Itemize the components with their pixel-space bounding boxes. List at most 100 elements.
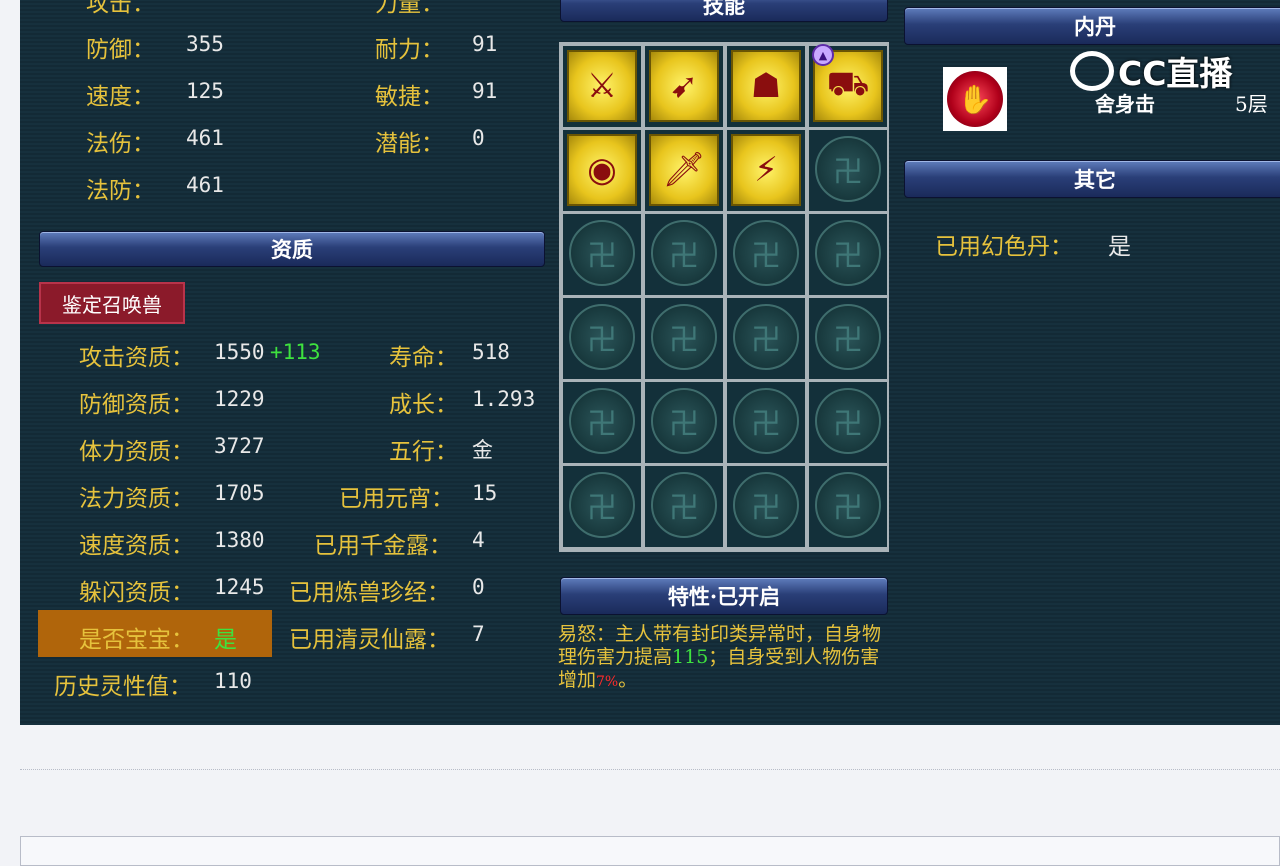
skill-slot[interactable]: 卍 [563, 298, 641, 379]
qingling-label: 已用清灵仙露： [289, 627, 450, 653]
skill-slot[interactable]: 卍 [809, 382, 887, 463]
aptitude-label: 已用千金露： [314, 533, 452, 559]
aptitude-bonus: +113 [270, 340, 321, 364]
clipped-label: 力量： [375, 0, 444, 17]
empty-slot-icon: 卍 [815, 388, 881, 454]
aptitude-value: 1380 [214, 528, 265, 552]
aptitude-label: 五行： [389, 439, 458, 465]
aptitude-label: 防御资质： [79, 392, 194, 418]
trait-number: 115 [672, 646, 709, 668]
stat-value: 461 [186, 173, 224, 197]
empty-slot-icon: 卍 [569, 304, 635, 370]
silhouette-icon: ☗ [731, 50, 801, 122]
empty-slot-icon: 卍 [815, 304, 881, 370]
divider [20, 769, 1280, 770]
identify-pet-button[interactable]: 鉴定召唤兽 [39, 282, 185, 324]
eye-icon: ◉ [567, 134, 637, 206]
empty-slot-icon: 卍 [733, 388, 799, 454]
empty-slot-icon: 卍 [651, 304, 717, 370]
empty-slot-icon: 卍 [815, 220, 881, 286]
beast-charge-icon: ⚡ [731, 134, 801, 206]
empty-slot-icon: 卍 [569, 388, 635, 454]
upgrade-badge-icon: ▲ [812, 44, 834, 66]
skill-slot[interactable]: 卍 [563, 382, 641, 463]
empty-slot-icon: 卍 [651, 220, 717, 286]
trait-header: 特性·已开启 [560, 577, 888, 615]
stat-label: 敏捷： [375, 84, 444, 110]
skill-slot[interactable]: 卍 [645, 382, 723, 463]
trait-name: 易怒： [558, 623, 616, 645]
brand-watermark: CC直播 [1070, 48, 1240, 94]
stat-label: 防御： [86, 37, 155, 63]
skill-slot[interactable]: 卍 [727, 466, 805, 547]
stat-value: 91 [472, 32, 498, 56]
skill-grid: ⚔ ➹ ☗ ⛟ ◉ 🗡 ⚡ 卍卍卍卍卍卍卍卍卍卍卍卍卍卍卍卍卍 [559, 42, 889, 552]
empty-slot-icon: 卍 [569, 472, 635, 538]
skill-slot[interactable]: 卍 [809, 214, 887, 295]
skill-slot[interactable]: 卍 [645, 466, 723, 547]
history-value: 110 [214, 669, 252, 693]
stat-label: 潜能： [375, 131, 444, 157]
skill-slot[interactable]: ➹ [645, 46, 723, 127]
empty-slot-icon: 卍 [569, 220, 635, 286]
empty-slot-icon: 卍 [733, 304, 799, 370]
aptitude-label: 速度资质： [79, 533, 194, 559]
empty-slot-icon: 卍 [651, 472, 717, 538]
aptitude-label: 寿命： [389, 345, 458, 371]
skill-slot[interactable]: 卍 [563, 214, 641, 295]
blade-icon: 🗡 [649, 134, 719, 206]
brand-text: CC直播 [1118, 54, 1233, 93]
other-header: 其它 [904, 160, 1280, 198]
aptitude-value: 1705 [214, 481, 265, 505]
skill-slot[interactable]: ◉ [563, 130, 641, 211]
aptitude-label: 已用元宵： [339, 486, 454, 512]
aptitude-value: 1550 [214, 340, 265, 364]
aptitude-value: 0 [472, 575, 485, 599]
skill-slot[interactable]: 卍 [809, 466, 887, 547]
aptitude-value: 15 [472, 481, 498, 505]
stat-label: 法伤： [86, 131, 155, 157]
aptitude-value: 3727 [214, 434, 265, 458]
sword-pierce-icon: ⚔ [567, 50, 637, 122]
aptitude-value: 1.293 [472, 387, 536, 411]
aptitude-value: 518 [472, 340, 510, 364]
aptitude-value: 金 [472, 438, 493, 462]
skill-slot[interactable]: 卍 [727, 298, 805, 379]
skill-slot[interactable]: 卍 [809, 298, 887, 379]
skill-slot[interactable]: ☗ [727, 46, 805, 127]
stat-label: 耐力： [375, 37, 444, 63]
bottom-box [20, 836, 1280, 866]
stat-value: 91 [472, 79, 498, 103]
aptitude-label: 成长： [389, 392, 458, 418]
empty-slot-icon: 卍 [733, 472, 799, 538]
other-label: 已用幻色丹： [935, 234, 1073, 260]
skill-slot[interactable]: 卍 [809, 130, 887, 211]
aptitude-value: 4 [472, 528, 485, 552]
stat-value: 0 [472, 126, 485, 150]
empty-slot-icon: 卍 [733, 220, 799, 286]
trait-text: 。 [618, 669, 638, 691]
neidan-icon-frame[interactable]: ✋ [943, 67, 1007, 131]
trait-description: 易怒：主人带有封印类异常时，自身物理伤害力提高115；自身受到人物伤害增加7%。 [558, 623, 888, 694]
skill-slot[interactable]: 🗡 [645, 130, 723, 211]
aptitude-label: 已用炼兽珍经： [289, 580, 450, 606]
baby-value: 是 [214, 627, 237, 653]
skill-slot[interactable]: 卍 [563, 466, 641, 547]
skill-slot[interactable]: ⚡ [727, 130, 805, 211]
qingling-value: 7 [472, 622, 485, 646]
other-value: 是 [1108, 234, 1131, 260]
history-label: 历史灵性值： [54, 674, 192, 700]
skill-slot[interactable]: 卍 [645, 214, 723, 295]
aptitude-label: 法力资质： [79, 486, 194, 512]
cc-logo-icon [1070, 51, 1114, 91]
skill-slot[interactable]: 卍 [727, 214, 805, 295]
stat-value: 355 [186, 32, 224, 56]
stat-label: 速度： [86, 84, 155, 110]
skill-slot[interactable]: 卍 [727, 382, 805, 463]
aptitude-value: 1229 [214, 387, 265, 411]
skill-slot[interactable]: ⚔ [563, 46, 641, 127]
aptitude-label: 躲闪资质： [79, 580, 194, 606]
neidan-header: 内丹 [904, 7, 1280, 45]
aptitude-value: 1245 [214, 575, 265, 599]
skill-slot[interactable]: 卍 [645, 298, 723, 379]
